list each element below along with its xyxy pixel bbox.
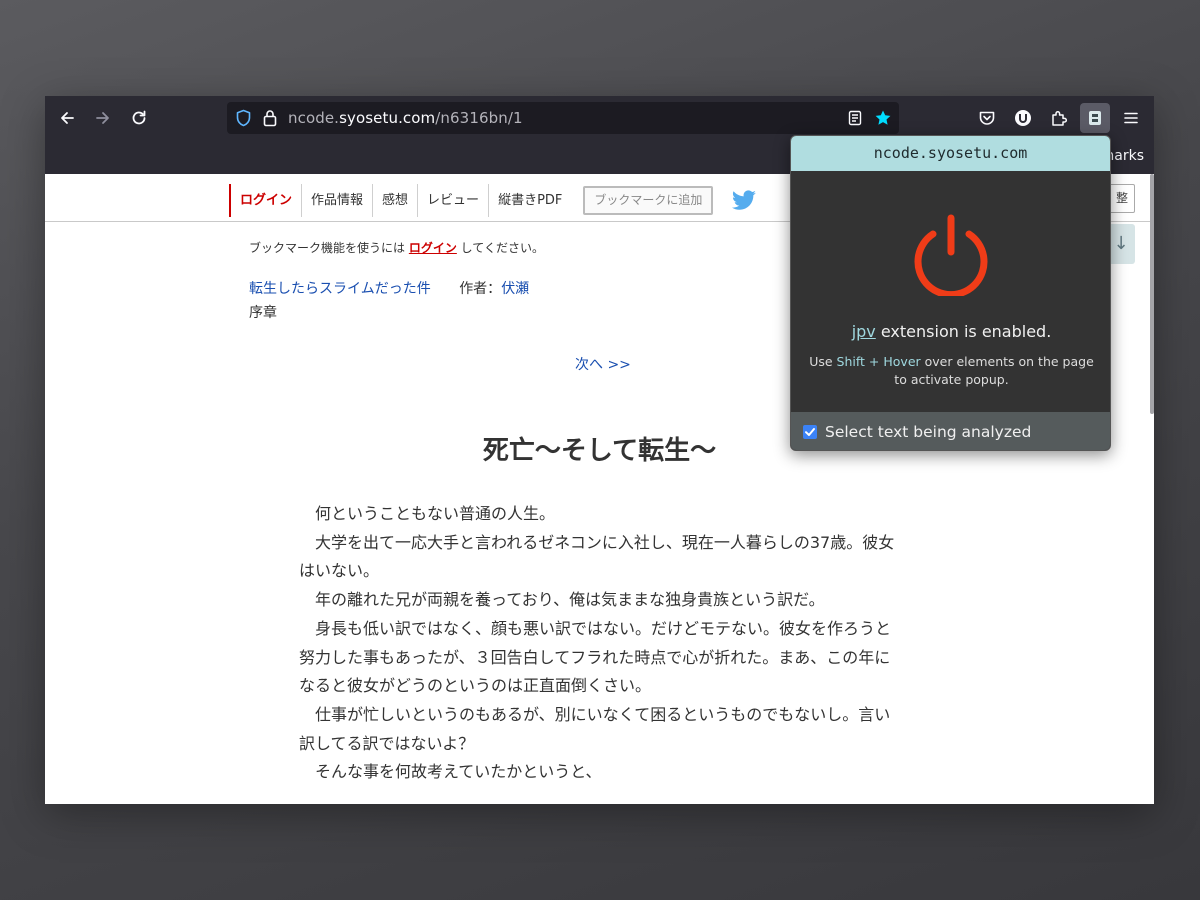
nav-items: ログイン 作品情報 感想 レビュー 縦書きPDF ブックマークに追加 — [229, 184, 757, 217]
reload-button[interactable] — [124, 103, 154, 133]
body-paragraph: 何ということもない普通の人生。 — [315, 504, 556, 523]
body-paragraph: 仕事が忙しいというのもあるが、別にいなくて困るというものでもないし。言い訳してる… — [299, 704, 891, 753]
hamburger-menu-icon — [1124, 112, 1138, 124]
ublock-icon — [1015, 110, 1031, 126]
author-label: 作者： — [459, 281, 502, 297]
notice-text-after: してください。 — [456, 241, 544, 255]
extension-status: jpv extension is enabled. — [791, 322, 1110, 341]
reader-view-icon[interactable] — [847, 110, 863, 126]
body-paragraph: 大学を出て一応大手と言われるゼネコンに入社し、現在一人暮らしの37歳。彼女はいな… — [299, 532, 895, 581]
menu-button[interactable] — [1116, 103, 1146, 133]
add-bookmark-button[interactable]: ブックマークに追加 — [583, 186, 714, 215]
forward-button[interactable] — [88, 103, 118, 133]
status-suffix: extension is enabled. — [875, 322, 1052, 341]
notice-login-link[interactable]: ログイン — [409, 241, 457, 255]
pocket-button[interactable] — [972, 103, 1002, 133]
other-bookmarks-label[interactable]: harks — [1105, 148, 1144, 164]
power-icon — [914, 214, 988, 299]
lock-icon[interactable] — [263, 109, 277, 127]
hint-keys: Shift + Hover — [836, 354, 921, 369]
body-paragraph: 年の離れた兄が両親を養っており、俺は気ままな独身貴族という訳だ。 — [315, 590, 825, 610]
twitter-icon[interactable] — [731, 189, 757, 212]
notice-text-before: ブックマーク機能を使うには — [249, 241, 409, 255]
url-path: /n6316bn/1 — [435, 109, 523, 127]
nav-vertical-pdf-link[interactable]: 縦書きPDF — [488, 184, 571, 217]
novel-body: 何ということもない普通の人生。 大学を出て一応大手と言われるゼネコンに入社し、現… — [299, 500, 899, 787]
jpv-link[interactable]: jpv — [852, 322, 876, 341]
extensions-button[interactable] — [1044, 103, 1074, 133]
chapter-group-name: 序章 — [249, 305, 277, 321]
checkmark-icon — [805, 428, 815, 436]
popup-domain-header: ncode.syosetu.com — [791, 136, 1110, 171]
scroll-down-button[interactable]: ↓ — [1107, 224, 1135, 264]
shield-icon[interactable] — [235, 109, 252, 127]
ublock-button[interactable] — [1008, 103, 1038, 133]
body-paragraph: そんな事を何故考えていたかというと、 — [315, 762, 602, 782]
body-paragraph: 身長も低い訳ではなく、顔も悪い訳ではない。だけどモテない。彼女を作ろうと努力した… — [299, 618, 892, 696]
author-link[interactable]: 伏瀬 — [501, 281, 529, 297]
hint-rest: over elements on the page to activate po… — [894, 354, 1094, 387]
jpv-extension-popup: ncode.syosetu.com jpv extension is enabl… — [790, 135, 1111, 451]
browser-toolbar: ncode.syosetu.com/n6316bn/1 — [45, 96, 1154, 140]
jpv-extension-button[interactable] — [1080, 103, 1110, 133]
jpv-extension-icon — [1089, 111, 1101, 125]
select-text-label[interactable]: Select text being analyzed — [825, 423, 1031, 441]
bookmark-star-icon[interactable] — [874, 109, 892, 127]
nav-login-link[interactable]: ログイン — [229, 184, 301, 217]
url-text[interactable]: ncode.syosetu.com/n6316bn/1 — [288, 109, 523, 127]
nav-work-info-link[interactable]: 作品情報 — [301, 184, 372, 217]
select-text-checkbox[interactable] — [803, 425, 817, 439]
power-toggle[interactable] — [909, 212, 993, 299]
next-page-link[interactable]: 次へ >> — [575, 354, 631, 374]
series-info: 転生したらスライムだった件 作者：伏瀬 — [249, 278, 529, 298]
page-scrollbar[interactable] — [1150, 174, 1154, 414]
hint-use: Use — [809, 354, 837, 369]
pocket-icon — [979, 111, 995, 125]
forward-arrow-icon — [96, 112, 109, 124]
puzzle-icon — [1052, 110, 1068, 126]
url-bar[interactable]: ncode.syosetu.com/n6316bn/1 — [227, 102, 899, 134]
back-arrow-icon — [61, 112, 74, 124]
url-host-prefix: ncode. — [288, 109, 340, 127]
nav-impressions-link[interactable]: 感想 — [372, 184, 417, 217]
url-host: syosetu.com — [339, 109, 436, 127]
usage-hint: Use Shift + Hover over elements on the p… — [805, 353, 1098, 389]
back-button[interactable] — [52, 103, 82, 133]
series-title-link[interactable]: 転生したらスライムだった件 — [249, 281, 431, 297]
bookmark-login-notice: ブックマーク機能を使うには ログイン してください。 — [249, 239, 544, 256]
reload-icon — [132, 110, 146, 125]
nav-review-link[interactable]: レビュー — [417, 184, 488, 217]
popup-footer: Select text being analyzed — [791, 412, 1110, 450]
